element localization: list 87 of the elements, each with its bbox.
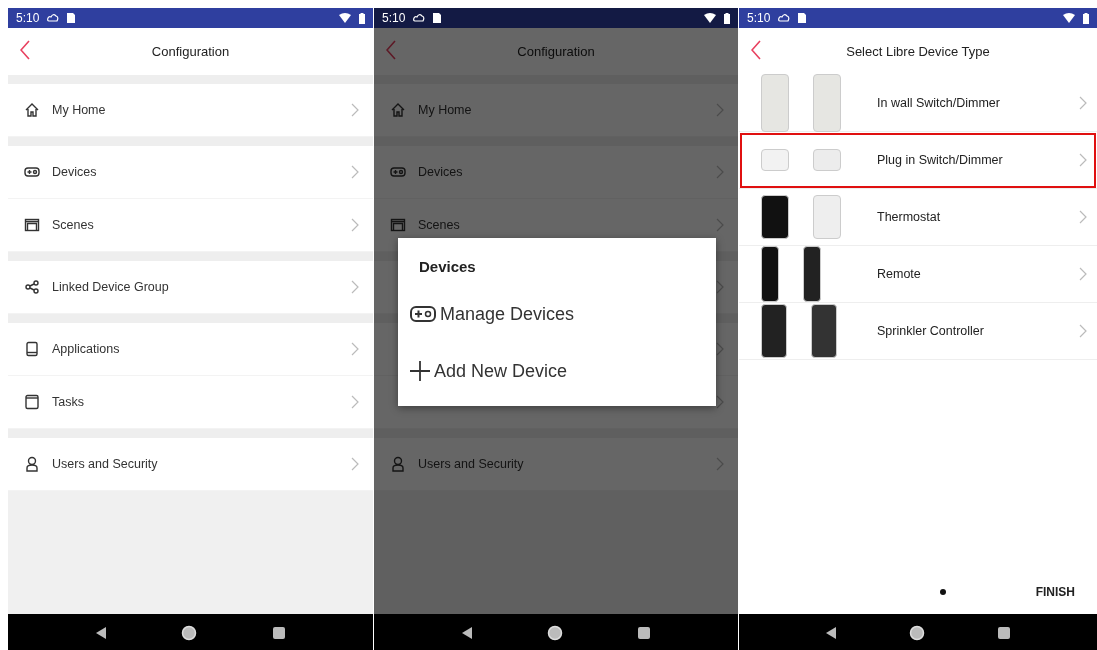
photo-placeholder bbox=[761, 304, 787, 358]
chevron-right-icon bbox=[716, 165, 724, 179]
menu-item[interactable]: My Home bbox=[8, 84, 373, 137]
cloud-icon bbox=[413, 13, 426, 23]
menu-item[interactable]: Tasks bbox=[8, 376, 373, 429]
sim-card-icon bbox=[67, 13, 76, 23]
back-icon bbox=[751, 40, 761, 60]
window-icon bbox=[24, 394, 40, 410]
chevron-right-icon bbox=[351, 342, 359, 356]
chevron-right-icon bbox=[351, 103, 359, 117]
chevron-right-icon bbox=[716, 218, 724, 232]
square-icon bbox=[271, 625, 286, 640]
back-triangle-icon bbox=[95, 625, 108, 640]
chevron-right-icon bbox=[1079, 267, 1087, 281]
home-circle-icon bbox=[547, 624, 563, 641]
chevron-right-icon bbox=[351, 165, 359, 179]
menu-item[interactable]: Linked Device Group bbox=[8, 261, 373, 314]
chevron-right-icon bbox=[1079, 153, 1087, 167]
device-type-row[interactable]: Sprinkler Controller bbox=[739, 303, 1097, 360]
menu-item[interactable]: Applications bbox=[8, 323, 373, 376]
cloud-icon bbox=[778, 13, 791, 23]
photo-placeholder bbox=[813, 74, 841, 132]
dialog-option[interactable]: Add New Device bbox=[410, 357, 568, 385]
battery-icon bbox=[1083, 12, 1089, 24]
chevron-right-icon bbox=[1079, 96, 1087, 110]
home-icon bbox=[390, 102, 406, 118]
screen-title: Select Libre Device Type bbox=[846, 42, 990, 61]
square-icon bbox=[637, 625, 651, 640]
gamepad-icon bbox=[390, 164, 406, 180]
photo-placeholder bbox=[803, 246, 821, 302]
plus-icon bbox=[410, 360, 430, 382]
menu-item[interactable]: Users and Security bbox=[8, 438, 373, 491]
menu-item[interactable]: Devices bbox=[8, 146, 373, 199]
square-icon bbox=[997, 625, 1011, 640]
picture-frame-icon bbox=[390, 217, 406, 233]
wifi-icon bbox=[339, 13, 351, 23]
home-icon bbox=[24, 102, 40, 118]
tablet-icon bbox=[24, 341, 40, 357]
back-triangle-icon bbox=[461, 625, 473, 640]
photo-placeholder bbox=[811, 304, 837, 358]
chevron-right-icon bbox=[351, 280, 359, 294]
chevron-right-icon bbox=[716, 457, 724, 471]
wifi-icon bbox=[704, 13, 716, 23]
picture-frame-icon bbox=[24, 217, 40, 233]
device-type-row[interactable]: Remote bbox=[739, 246, 1097, 303]
wifi-icon bbox=[1063, 13, 1075, 23]
dialog-option[interactable]: Manage Devices bbox=[410, 300, 575, 328]
status-time: 5:10 bbox=[747, 10, 771, 27]
chevron-right-icon bbox=[351, 218, 359, 232]
photo-placeholder bbox=[813, 149, 841, 171]
person-icon bbox=[24, 456, 40, 472]
battery-icon bbox=[359, 12, 365, 24]
gamepad-icon bbox=[24, 164, 40, 180]
device-type-row[interactable]: In wall Switch/Dimmer bbox=[739, 75, 1097, 132]
home-circle-icon bbox=[909, 624, 925, 641]
page-indicator-dot bbox=[939, 589, 946, 595]
battery-icon bbox=[724, 12, 730, 24]
photo-placeholder bbox=[761, 195, 789, 239]
chevron-right-icon bbox=[351, 457, 359, 471]
photo-placeholder bbox=[761, 74, 789, 132]
back-button[interactable] bbox=[20, 40, 30, 60]
sim-card-icon bbox=[798, 13, 807, 23]
device-type-row[interactable]: Plug in Switch/Dimmer bbox=[739, 132, 1097, 189]
chevron-right-icon bbox=[716, 103, 724, 117]
chevron-right-icon bbox=[1079, 210, 1087, 224]
person-icon bbox=[390, 456, 406, 472]
sim-card-icon bbox=[433, 13, 442, 23]
screen-title: Configuration bbox=[151, 42, 230, 61]
back-triangle-icon bbox=[825, 625, 837, 640]
cloud-icon bbox=[47, 13, 60, 23]
chevron-right-icon bbox=[1079, 324, 1087, 338]
back-icon bbox=[20, 40, 30, 60]
gamepad-icon bbox=[410, 304, 436, 324]
chevron-right-icon bbox=[351, 395, 359, 409]
photo-placeholder bbox=[761, 246, 779, 302]
status-time: 5:10 bbox=[16, 10, 40, 27]
back-button[interactable] bbox=[751, 40, 761, 60]
photo-placeholder bbox=[761, 149, 789, 171]
share-icon bbox=[24, 279, 40, 295]
finish-button[interactable]: FINISH bbox=[1035, 583, 1075, 601]
back-icon bbox=[386, 40, 396, 60]
home-circle-icon bbox=[181, 624, 198, 641]
screen-title: Configuration bbox=[517, 42, 595, 61]
photo-placeholder bbox=[813, 195, 841, 239]
status-time: 5:10 bbox=[382, 10, 406, 27]
menu-item[interactable]: Scenes bbox=[8, 199, 373, 252]
dialog-title: Devices bbox=[419, 257, 477, 277]
